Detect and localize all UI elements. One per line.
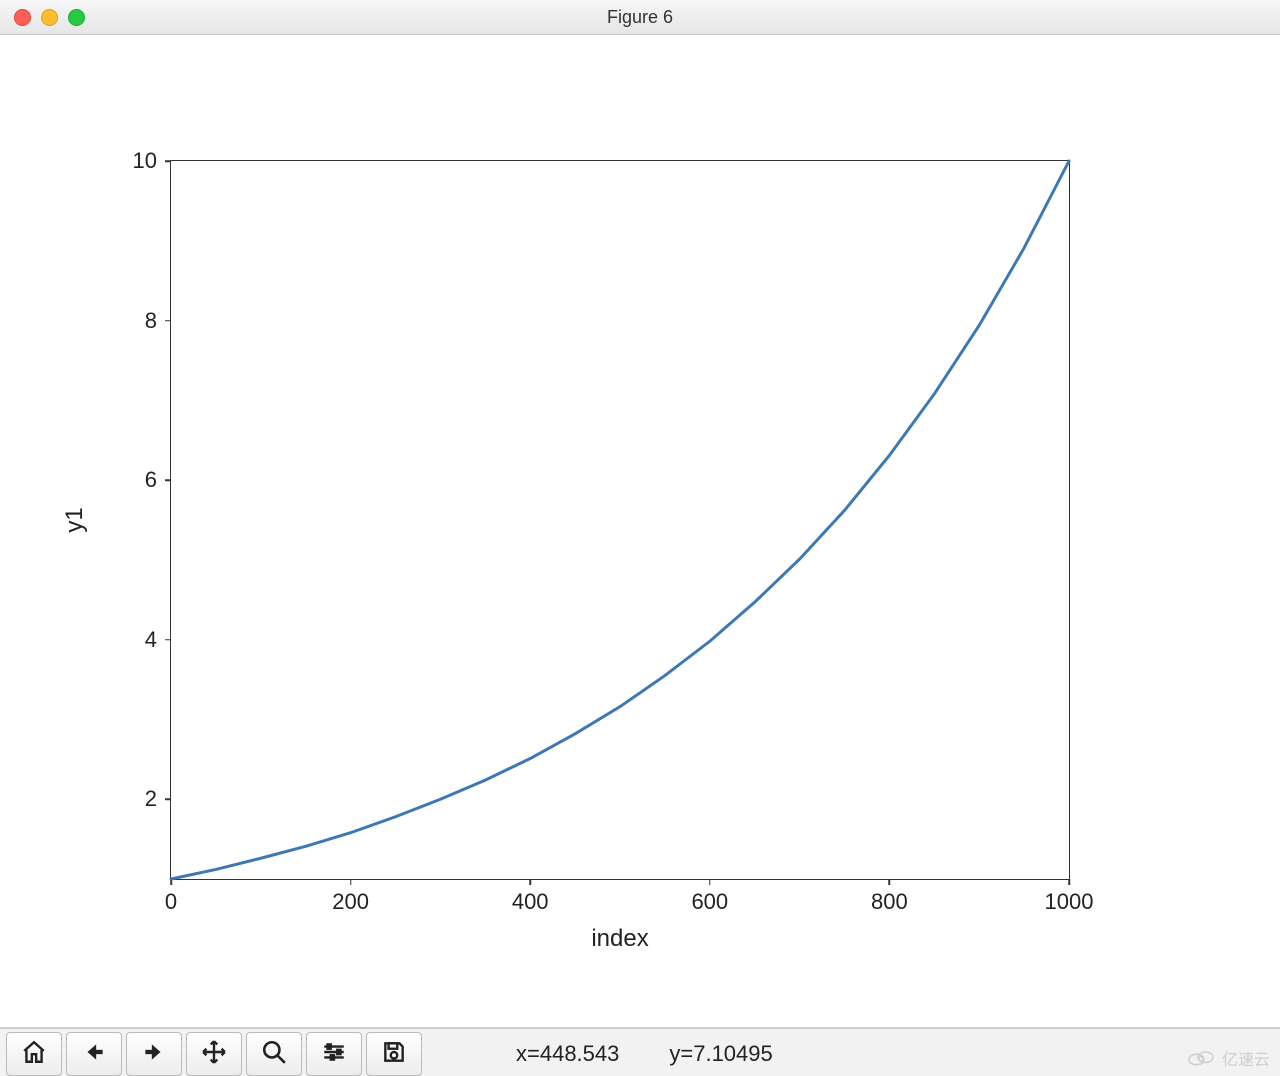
watermark: 亿速云 [1186,1046,1270,1070]
watermark-text: 亿速云 [1222,1046,1270,1070]
minimize-window-button[interactable] [41,9,58,26]
cursor-coordinates: x=448.543 y=7.10495 [516,1041,773,1067]
home-button[interactable] [6,1032,62,1076]
plot-axes: 2 4 6 8 10 0 200 400 600 800 1000 [170,160,1070,880]
pan-button[interactable] [186,1032,242,1076]
x-tick-label: 200 [332,889,369,915]
x-axis-label: index [591,925,648,953]
forward-button[interactable] [126,1032,182,1076]
back-button[interactable] [66,1032,122,1076]
close-window-button[interactable] [14,9,31,26]
window-controls [14,9,85,26]
y-tick-label: 4 [107,627,157,653]
arrow-right-icon [141,1039,167,1070]
zoom-window-button[interactable] [68,9,85,26]
magnifier-icon [261,1039,287,1070]
titlebar: Figure 6 [0,0,1280,35]
move-icon [201,1039,227,1070]
arrow-left-icon [81,1039,107,1070]
sliders-icon [321,1039,347,1070]
save-button[interactable] [366,1032,422,1076]
configure-subplots-button[interactable] [306,1032,362,1076]
x-tick-label: 0 [165,889,177,915]
y-tick-label: 10 [107,148,157,174]
y-axis-label: y1 [61,507,89,532]
matplotlib-toolbar: x=448.543 y=7.10495 亿速云 [0,1028,1280,1076]
y-tick-label: 8 [107,308,157,334]
y-tick-label: 6 [107,467,157,493]
cursor-x-readout: x=448.543 [516,1041,619,1067]
figure-canvas[interactable]: y1 index 2 4 6 8 10 0 200 400 600 800 10… [0,35,1280,1028]
x-tick-label: 800 [871,889,908,915]
x-tick-label: 400 [512,889,549,915]
line-series-y1 [171,161,1069,879]
home-icon [21,1039,47,1070]
window-title: Figure 6 [607,7,673,28]
x-tick-label: 1000 [1045,889,1094,915]
y-tick-label: 2 [107,786,157,812]
x-tick-label: 600 [691,889,728,915]
save-icon [381,1039,407,1070]
zoom-button[interactable] [246,1032,302,1076]
cursor-y-readout: y=7.10495 [669,1041,772,1067]
